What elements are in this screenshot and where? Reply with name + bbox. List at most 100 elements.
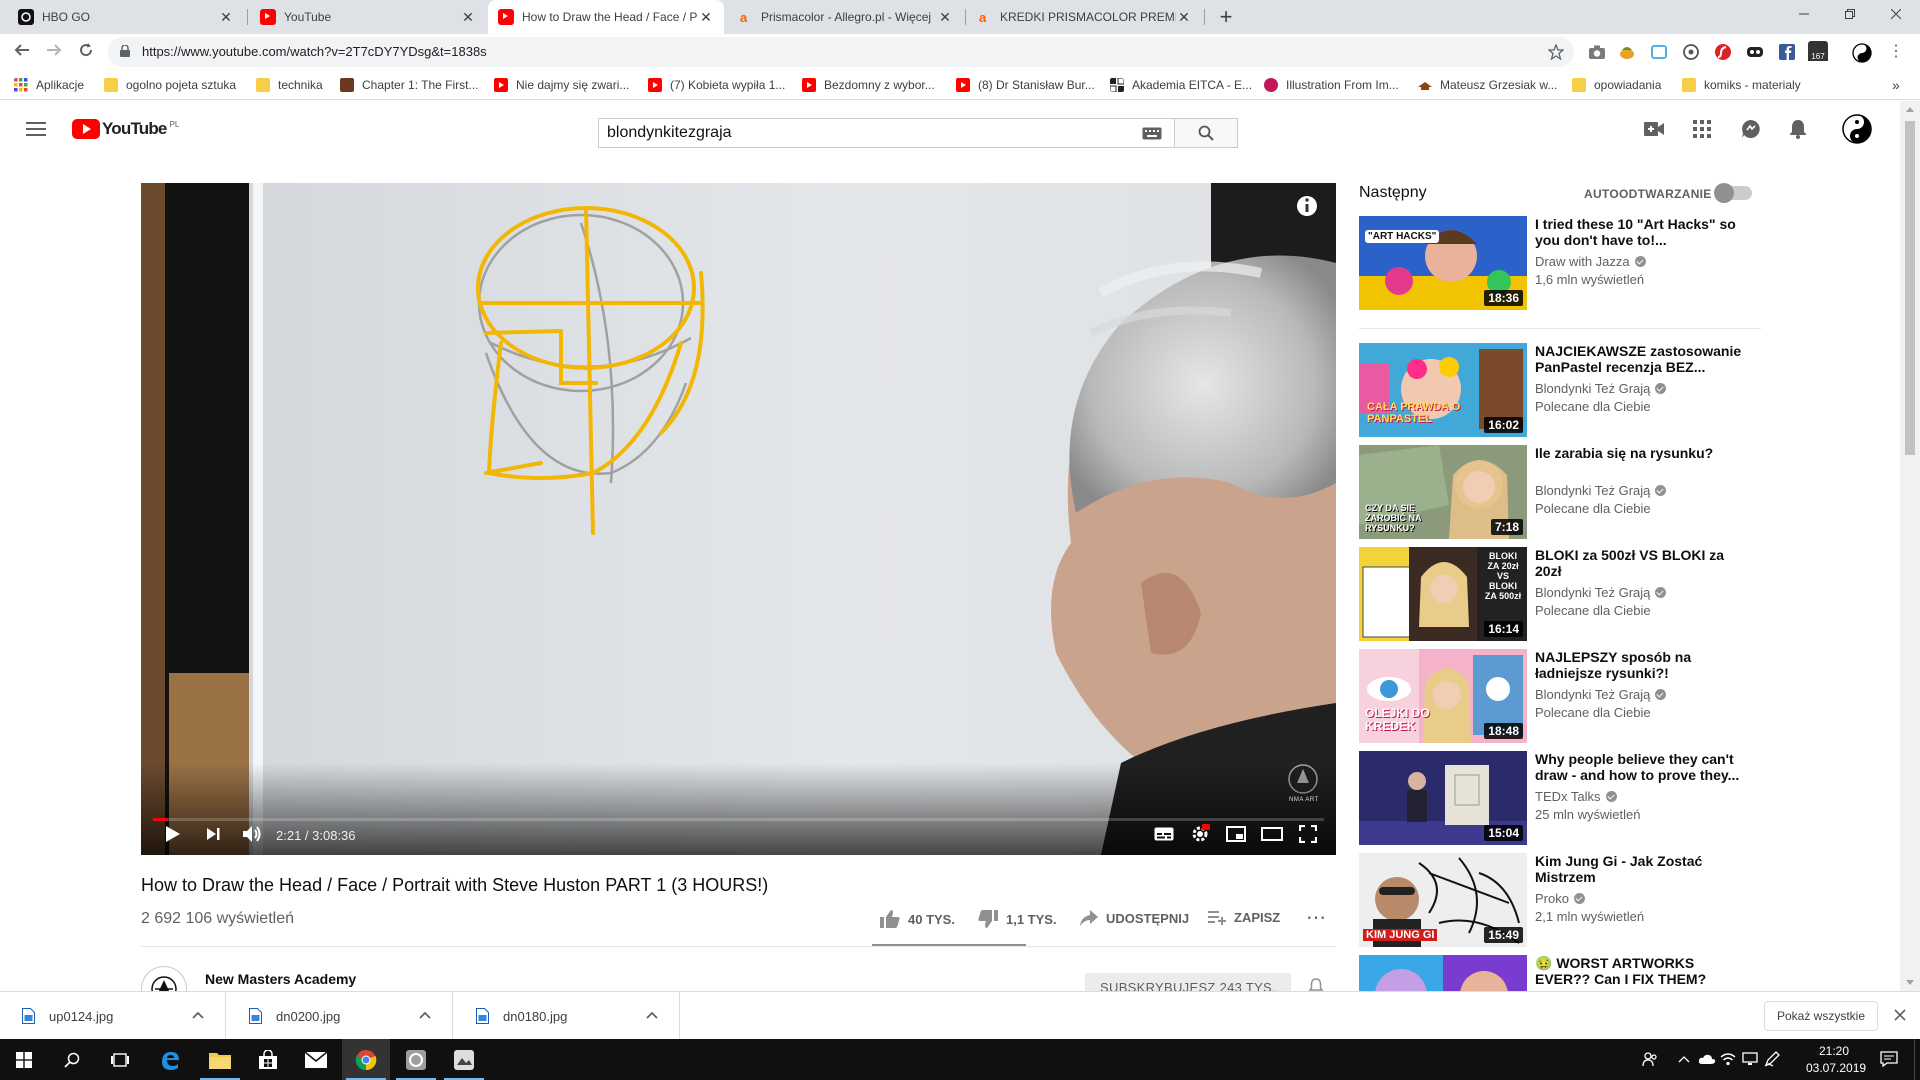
- recommendation-item[interactable]: BLOKI ZA 20zł VS BLOKI ZA 500zł 16:14 BL…: [1359, 547, 1759, 643]
- bookmark-chapter-1[interactable]: Chapter 1: The First...: [340, 77, 479, 93]
- app-button-1[interactable]: [392, 1039, 440, 1080]
- bookmark-opowiadania[interactable]: opowiadania: [1572, 77, 1661, 93]
- people-icon[interactable]: [1642, 1051, 1658, 1067]
- chevron-up-icon[interactable]: [645, 1008, 659, 1022]
- show-desktop-button[interactable]: [1914, 1039, 1915, 1080]
- wifi-icon[interactable]: [1720, 1052, 1736, 1066]
- notification-bell-icon[interactable]: [1308, 978, 1324, 992]
- video-thumbnail[interactable]: "ART HACKS" 18:36: [1359, 216, 1527, 310]
- recommendation-item[interactable]: "ART HACKS" 18:36 I tried these 10 "Art …: [1359, 216, 1759, 312]
- apps-icon[interactable]: [1693, 120, 1711, 138]
- onedrive-cloud-icon[interactable]: [1698, 1053, 1716, 1065]
- forward-button[interactable]: [42, 40, 66, 64]
- recommendation-title[interactable]: 🤢 WORST ARTWORKS EVER?? Can I FIX THEM?: [1535, 955, 1745, 987]
- page-scrollbar[interactable]: [1900, 101, 1920, 991]
- messages-icon[interactable]: [1741, 119, 1761, 139]
- bookmark-kobieta-wypila[interactable]: (7) Kobieta wypiła 1...: [648, 77, 785, 93]
- show-all-downloads-button[interactable]: Pokaż wszystkie: [1764, 1001, 1878, 1031]
- recommendation-item[interactable]: 🤢 WORST ARTWORKS EVER?? Can I FIX THEM?: [1359, 955, 1759, 991]
- mute-button[interactable]: [237, 819, 267, 849]
- store-button[interactable]: [244, 1039, 292, 1080]
- bookmark-komiks-materialy[interactable]: komiks - materialy: [1682, 77, 1801, 93]
- miniplayer-button[interactable]: [1223, 819, 1249, 849]
- like-button[interactable]: 40 TYS.: [880, 910, 955, 928]
- chevron-up-icon[interactable]: [1678, 1054, 1690, 1064]
- profile-avatar-icon[interactable]: [1852, 43, 1872, 63]
- keyboard-icon[interactable]: [1142, 127, 1162, 140]
- app-button-2[interactable]: [440, 1039, 488, 1080]
- recommendation-title[interactable]: I tried these 10 "Art Hacks" so you don'…: [1535, 216, 1745, 248]
- video-thumbnail[interactable]: BLOKI ZA 20zł VS BLOKI ZA 500zł 16:14: [1359, 547, 1527, 641]
- bookmark-illustration[interactable]: Illustration From Im...: [1264, 77, 1399, 93]
- close-tab-icon[interactable]: ✕: [698, 9, 714, 26]
- flash-extension-icon[interactable]: [1714, 43, 1732, 61]
- download-item[interactable]: dn0200.jpg: [227, 992, 453, 1040]
- video-thumbnail[interactable]: [1359, 955, 1527, 991]
- video-thumbnail[interactable]: 15:04: [1359, 751, 1527, 845]
- user-avatar-icon[interactable]: [1842, 114, 1872, 144]
- recommendation-channel[interactable]: TEDx Talks: [1535, 789, 1617, 804]
- video-player[interactable]: NMA ART 2:21 / 3:08:36: [141, 183, 1336, 855]
- recommendation-title[interactable]: Ile zarabia się na rysunku?: [1535, 445, 1745, 461]
- tab-prismacolor-allegro[interactable]: a Prismacolor - Allegro.pl - Więcej ✕: [727, 0, 963, 34]
- close-tab-icon[interactable]: ✕: [218, 9, 234, 26]
- extension-badge-icon[interactable]: 167: [1808, 41, 1828, 61]
- recommendation-channel[interactable]: Blondynki Też Grają: [1535, 381, 1667, 396]
- share-button[interactable]: UDOSTĘPNIJ: [1080, 910, 1189, 926]
- progress-bar[interactable]: [153, 818, 1324, 821]
- download-item[interactable]: up0124.jpg: [0, 992, 226, 1040]
- fullscreen-button[interactable]: [1295, 819, 1321, 849]
- close-tab-icon[interactable]: ✕: [1176, 9, 1192, 26]
- address-bar[interactable]: https://www.youtube.com/watch?v=2T7cDY7Y…: [108, 37, 1574, 67]
- video-thumbnail[interactable]: CAŁA PRAWDA O PANPASTEL 16:02: [1359, 343, 1527, 437]
- bookmark-dr-stanislaw[interactable]: (8) Dr Stanisław Bur...: [956, 77, 1095, 93]
- video-thumbnail[interactable]: KIM JUNG GI 15:49: [1359, 853, 1527, 947]
- bookmarks-overflow-button[interactable]: »: [1892, 77, 1900, 93]
- recommendation-item[interactable]: CZY DA SIĘ ZAROBIĆ NA RYSUNKU? 7:18 Ile …: [1359, 445, 1759, 541]
- more-actions-button[interactable]: ⋯: [1306, 908, 1327, 928]
- honey-extension-icon[interactable]: [1618, 43, 1636, 61]
- next-video-button[interactable]: [199, 819, 227, 849]
- notifications-bell-icon[interactable]: [1789, 119, 1807, 139]
- theater-mode-button[interactable]: [1259, 819, 1285, 849]
- create-video-icon[interactable]: [1644, 122, 1664, 136]
- video-thumbnail[interactable]: OLEJKI DO KREDEK 18:48: [1359, 649, 1527, 743]
- vpn-extension-icon[interactable]: [1682, 43, 1700, 61]
- bookmark-mateusz-grzesiak[interactable]: Mateusz Grzesiak w...: [1418, 77, 1557, 93]
- channel-name[interactable]: New Masters Academy: [205, 971, 356, 987]
- video-thumbnail[interactable]: CZY DA SIĘ ZAROBIĆ NA RYSUNKU? 7:18: [1359, 445, 1527, 539]
- autoplay-toggle[interactable]: [1714, 183, 1752, 203]
- bookmark-technika[interactable]: technika: [256, 77, 323, 93]
- recommendation-title[interactable]: NAJCIEKAWSZE zastosowanie PanPastel rece…: [1535, 343, 1745, 375]
- pen-workspace-icon[interactable]: [1764, 1051, 1780, 1067]
- dislike-button[interactable]: 1,1 TYS.: [978, 910, 1057, 928]
- recommendation-channel[interactable]: Draw with Jazza: [1535, 254, 1646, 269]
- facebook-extension-icon[interactable]: [1778, 43, 1796, 61]
- file-explorer-button[interactable]: [196, 1039, 244, 1080]
- settings-button[interactable]: [1187, 819, 1213, 849]
- bookmark-nie-dajmy[interactable]: Nie dajmy się zwari...: [494, 77, 629, 93]
- recommendation-channel[interactable]: Blondynki Też Grają: [1535, 585, 1667, 600]
- recommendation-item[interactable]: KIM JUNG GI 15:49 Kim Jung Gi - Jak Zost…: [1359, 853, 1759, 949]
- taskbar-clock[interactable]: 21:20 03.07.2019: [1806, 1043, 1866, 1077]
- url-text[interactable]: https://www.youtube.com/watch?v=2T7cDY7Y…: [142, 37, 487, 67]
- action-center-icon[interactable]: [1880, 1051, 1898, 1067]
- recommendation-title[interactable]: Why people believe they can't draw - and…: [1535, 751, 1745, 783]
- tab-how-to-draw-active[interactable]: How to Draw the Head / Face / P ✕: [488, 0, 724, 34]
- recommendation-item[interactable]: OLEJKI DO KREDEK 18:48 NAJLEPSZY sposób …: [1359, 649, 1759, 745]
- recommendation-channel[interactable]: Blondynki Też Grają: [1535, 687, 1667, 702]
- scroll-down-arrow-icon[interactable]: [1906, 980, 1914, 985]
- download-item[interactable]: dn0180.jpg: [454, 992, 680, 1040]
- save-button[interactable]: ZAPISZ: [1208, 910, 1280, 925]
- recommendation-title[interactable]: Kim Jung Gi - Jak Zostać Mistrzem: [1535, 853, 1745, 885]
- browser-menu-button[interactable]: ⋮: [1888, 42, 1904, 62]
- recommendation-channel[interactable]: Blondynki Też Grają: [1535, 483, 1667, 498]
- reload-button[interactable]: [74, 40, 98, 64]
- recommendation-item[interactable]: 15:04 Why people believe they can't draw…: [1359, 751, 1759, 847]
- mail-button[interactable]: [292, 1039, 340, 1080]
- bookmark-aplikacje[interactable]: Aplikacje: [14, 77, 84, 93]
- tab-kredki-prismacolor[interactable]: a KREDKI PRISMACOLOR PREMIER ✕: [966, 0, 1202, 34]
- tab-hbo-go[interactable]: HBO GO ✕: [8, 0, 244, 34]
- search-button[interactable]: [1174, 118, 1238, 148]
- camera-extension-icon[interactable]: [1588, 44, 1606, 60]
